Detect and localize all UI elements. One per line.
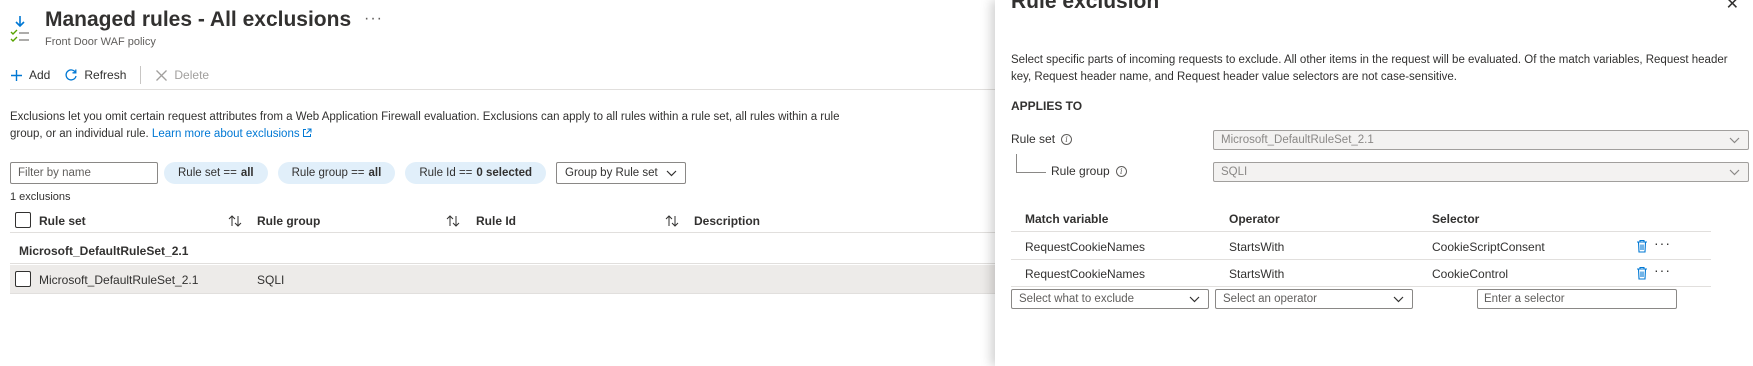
group-label: Microsoft_DefaultRuleSet_2.1 <box>19 244 189 258</box>
exclusions-page: Managed rules - All exclusions ··· Front… <box>0 0 995 366</box>
selector-input[interactable] <box>1477 289 1677 309</box>
group-by-label: Group by Rule set <box>565 167 658 179</box>
delete-button[interactable]: Delete <box>155 68 209 82</box>
exclusions-description: Exclusions let you omit certain request … <box>10 109 870 143</box>
match-variables-header: Match variable Operator Selector <box>1011 210 1711 232</box>
managed-rules-icon <box>10 12 30 44</box>
rule-set-dropdown: Microsoft_DefaultRuleSet_2.1 <box>1213 130 1749 150</box>
tree-connector <box>1016 154 1046 173</box>
rule-set-filter-pill[interactable]: Rule set == all <box>164 162 268 184</box>
pill-value: all <box>240 167 254 179</box>
cell-operator: StartsWith <box>1229 267 1285 281</box>
table-group-header[interactable]: Microsoft_DefaultRuleSet_2.1 <box>10 236 995 264</box>
exclusion-count: 1 exclusions <box>10 191 71 203</box>
chevron-down-icon <box>1729 137 1740 144</box>
toolbar-divider <box>140 66 142 84</box>
rule-id-filter-pill[interactable]: Rule Id == 0 selected <box>405 162 547 184</box>
external-link-icon <box>302 128 312 137</box>
trash-icon[interactable] <box>1636 266 1648 280</box>
refresh-label: Refresh <box>84 68 127 82</box>
row-checkbox[interactable] <box>15 271 31 287</box>
page-subtitle: Front Door WAF policy <box>45 36 156 48</box>
add-label: Add <box>29 68 51 82</box>
filter-by-name-input[interactable] <box>10 162 158 184</box>
cell-selector: CookieScriptConsent <box>1432 240 1545 254</box>
panel-title: Rule exclusion <box>1011 0 1160 13</box>
match-variable-dropdown[interactable]: Select what to exclude <box>1011 289 1209 309</box>
learn-more-label: Learn more about exclusions <box>151 128 300 140</box>
column-header-rule-group[interactable]: Rule group <box>257 214 320 228</box>
operator-placeholder: Select an operator <box>1223 293 1317 305</box>
rule-set-label: Rule set i <box>1011 132 1073 146</box>
match-variable-placeholder: Select what to exclude <box>1019 293 1135 305</box>
pill-value: 0 selected <box>476 167 533 179</box>
table-header: Rule set Rule group Rule Id Description <box>10 209 995 233</box>
learn-more-link[interactable]: Learn more about exclusions <box>152 128 312 140</box>
sort-icon[interactable] <box>665 215 679 227</box>
cell-rule-set: Microsoft_DefaultRuleSet_2.1 <box>39 273 199 287</box>
column-header-match-variable: Match variable <box>1025 212 1109 226</box>
chevron-down-icon <box>1189 296 1200 303</box>
group-by-dropdown[interactable]: Group by Rule set <box>556 162 686 184</box>
pill-key: Rule set == <box>178 167 237 179</box>
add-icon <box>11 69 22 81</box>
command-bar-divider <box>10 89 995 90</box>
more-icon[interactable]: ··· <box>1654 262 1671 278</box>
pill-key: Rule Id == <box>419 167 473 179</box>
info-icon[interactable]: i <box>1061 133 1073 145</box>
sort-icon[interactable] <box>446 215 460 227</box>
filter-bar: Rule set == all Rule group == all Rule I… <box>10 162 686 184</box>
rule-group-label-text: Rule group <box>1051 164 1110 178</box>
more-icon[interactable]: ··· <box>1654 235 1671 251</box>
trash-icon[interactable] <box>1636 239 1648 253</box>
cell-match-variable: RequestCookieNames <box>1025 240 1146 254</box>
close-icon[interactable]: ✕ <box>1726 0 1739 14</box>
cell-match-variable: RequestCookieNames <box>1025 267 1146 281</box>
add-button[interactable]: Add <box>10 68 50 82</box>
delete-icon <box>156 69 168 81</box>
info-icon[interactable]: i <box>1115 165 1127 177</box>
column-header-operator: Operator <box>1229 212 1280 226</box>
rule-set-label-text: Rule set <box>1011 132 1056 146</box>
description-text: Exclusions let you omit certain request … <box>10 111 840 140</box>
more-icon[interactable]: ··· <box>364 10 383 28</box>
rule-group-dropdown: SQLI <box>1213 162 1749 182</box>
cell-rule-group: SQLI <box>257 273 285 287</box>
table-row[interactable]: Microsoft_DefaultRuleSet_2.1 SQLI <box>10 265 995 294</box>
sort-icon[interactable] <box>228 215 242 227</box>
column-header-rule-id[interactable]: Rule Id <box>476 214 516 228</box>
rule-group-label: Rule group i <box>1051 164 1127 178</box>
applies-to-heading: APPLIES TO <box>1011 99 1083 113</box>
command-bar: Add Refresh Delete <box>10 64 223 86</box>
refresh-button[interactable]: Refresh <box>64 68 126 82</box>
chevron-down-icon <box>666 170 677 176</box>
column-header-rule-set[interactable]: Rule set <box>39 214 86 228</box>
rule-set-value: Microsoft_DefaultRuleSet_2.1 <box>1221 134 1374 146</box>
panel-description: Select specific parts of incoming reques… <box>1011 54 1728 83</box>
pill-value: all <box>368 167 382 179</box>
rule-group-value: SQLI <box>1221 166 1248 178</box>
column-header-description[interactable]: Description <box>694 214 760 228</box>
cell-selector: CookieControl <box>1432 267 1509 281</box>
column-header-selector: Selector <box>1432 212 1480 226</box>
match-variable-row[interactable]: RequestCookieNames StartsWith CookieScri… <box>1011 234 1711 260</box>
delete-label: Delete <box>174 68 210 82</box>
refresh-icon <box>65 69 77 81</box>
pill-key: Rule group == <box>291 167 365 179</box>
cell-operator: StartsWith <box>1229 240 1285 254</box>
select-all-checkbox[interactable] <box>15 212 31 228</box>
page-title: Managed rules - All exclusions <box>45 8 352 31</box>
operator-dropdown[interactable]: Select an operator <box>1215 289 1413 309</box>
chevron-down-icon <box>1729 169 1740 176</box>
chevron-down-icon <box>1393 296 1404 303</box>
match-variable-row[interactable]: RequestCookieNames StartsWith CookieCont… <box>1011 261 1711 287</box>
rule-exclusion-panel: Rule exclusion ✕ Select specific parts o… <box>995 0 1753 366</box>
rule-group-filter-pill[interactable]: Rule group == all <box>277 162 396 184</box>
